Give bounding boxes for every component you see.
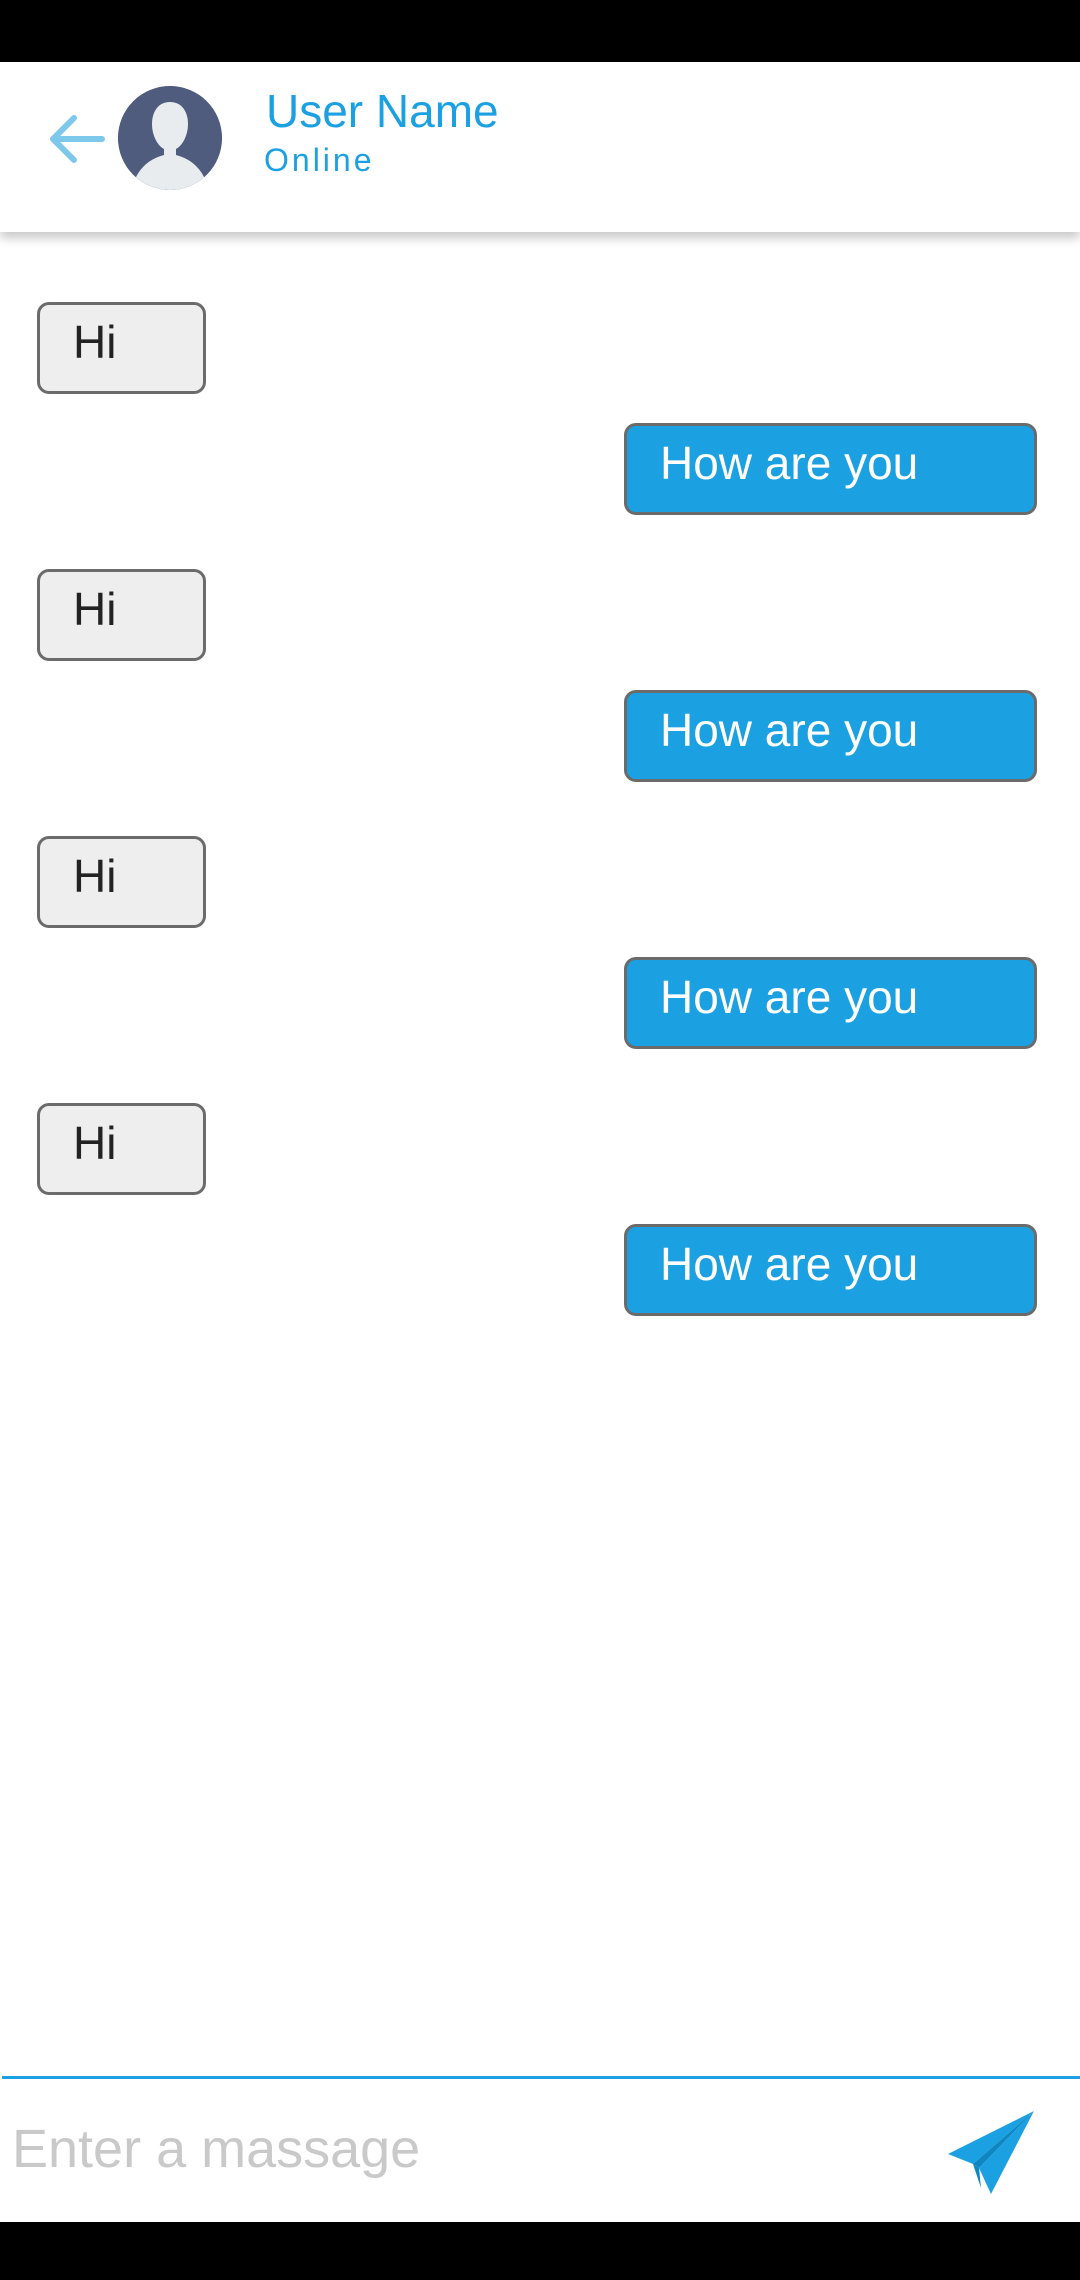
avatar[interactable] [118, 86, 222, 190]
navigation-bar [0, 2222, 1080, 2280]
outgoing-message: How are you [624, 957, 1037, 1049]
contact-name: User Name [266, 85, 499, 137]
outgoing-message: How are you [624, 690, 1037, 782]
incoming-message: Hi [37, 302, 206, 394]
incoming-message: Hi [37, 836, 206, 928]
paper-plane-send-icon [948, 2111, 1034, 2194]
incoming-message: Hi [37, 1103, 206, 1195]
message-list[interactable]: Hi How are you Hi How are you Hi How are… [0, 232, 1080, 2074]
arrow-left-icon [50, 115, 105, 163]
back-button[interactable] [44, 106, 110, 172]
outgoing-message: How are you [624, 423, 1037, 515]
contact-status: Online [264, 142, 375, 178]
message-composer [0, 2074, 1080, 2222]
outgoing-message: How are you [624, 1224, 1037, 1316]
send-button[interactable] [946, 2108, 1038, 2198]
incoming-message: Hi [37, 569, 206, 661]
status-bar [0, 0, 1080, 62]
user-silhouette-icon [118, 86, 222, 190]
message-input[interactable] [12, 2104, 912, 2194]
composer-divider [2, 2076, 1080, 2079]
chat-header: User Name Online [0, 62, 1080, 232]
